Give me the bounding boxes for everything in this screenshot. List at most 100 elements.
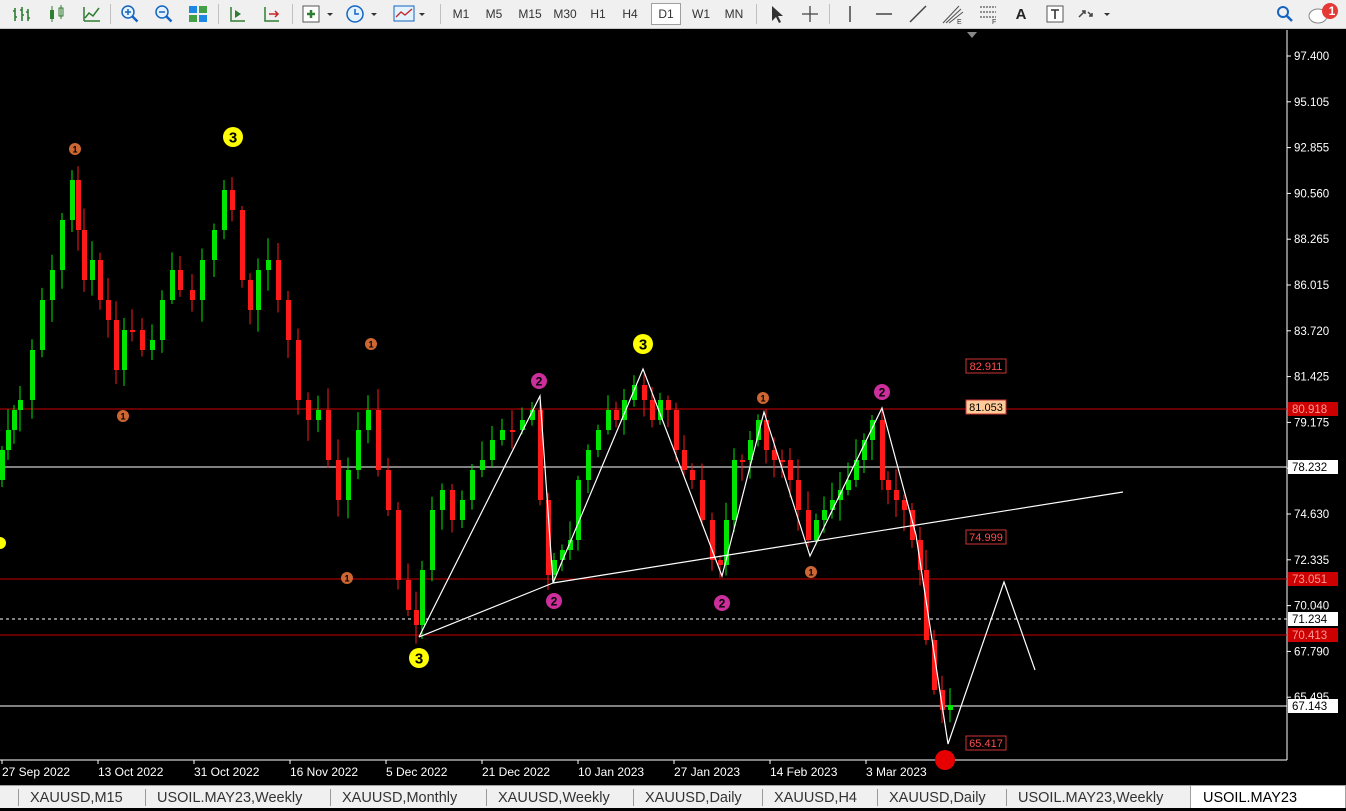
candle-body xyxy=(500,430,505,440)
cursor-icon[interactable] xyxy=(763,3,789,25)
wave-marker-2: 2 xyxy=(531,373,547,389)
tile-windows-icon[interactable] xyxy=(185,3,211,25)
candle-body xyxy=(230,190,235,210)
time-tick-label: 14 Feb 2023 xyxy=(770,765,838,779)
chart-tab[interactable]: USOIL.MAY23,Weekly xyxy=(157,786,302,808)
candle-body xyxy=(30,350,35,400)
timeframe-h1-button[interactable]: H1 xyxy=(584,3,612,25)
price-tag: 80.918 xyxy=(1288,402,1338,416)
chart-tab[interactable]: XAUUSD,Daily xyxy=(645,786,742,808)
chat-bubble-icon[interactable]: 1 xyxy=(1304,3,1342,25)
timeframe-m15-button[interactable]: M15 xyxy=(512,3,548,25)
candle-body xyxy=(266,260,271,270)
svg-text:70.413: 70.413 xyxy=(1292,630,1327,642)
wave-marker-partial xyxy=(935,750,955,770)
chart-tab[interactable]: XAUUSD,H4 xyxy=(774,786,857,808)
svg-text:67.143: 67.143 xyxy=(1292,701,1327,713)
candle-body xyxy=(606,410,611,430)
zoom-in-icon[interactable] xyxy=(117,3,143,25)
horizontal-line-icon[interactable] xyxy=(871,3,897,25)
fibonacci-fan-icon[interactable]: F xyxy=(975,3,1003,25)
candle-body xyxy=(710,520,715,560)
candle-body xyxy=(346,470,351,500)
zoom-out-icon[interactable] xyxy=(151,3,177,25)
candle-body xyxy=(306,400,311,420)
wave-marker-label: 2 xyxy=(551,595,558,609)
chart-tab[interactable]: XAUUSD,Weekly xyxy=(498,786,610,808)
candle-body xyxy=(470,470,475,500)
wave-marker-label: 1 xyxy=(120,412,125,422)
candle-body xyxy=(406,580,411,610)
price-tick-label: 90.560 xyxy=(1294,188,1329,200)
candle-body xyxy=(326,410,331,460)
chart-tab[interactable]: XAUUSD,Monthly xyxy=(342,786,457,808)
time-tick-label: 5 Dec 2022 xyxy=(386,765,448,779)
wave-marker-label: 1 xyxy=(344,574,349,584)
candle-body xyxy=(756,420,761,440)
price-tag: 67.143 xyxy=(1288,699,1338,713)
timeframe-m1-button[interactable]: M1 xyxy=(446,3,476,25)
fibonacci-icon[interactable]: E xyxy=(939,3,967,25)
chart-shift-icon[interactable] xyxy=(225,3,251,25)
timeframe-mn-button[interactable]: MN xyxy=(718,3,750,25)
candle-body xyxy=(822,510,827,520)
level-label: 82.911 xyxy=(965,358,1007,374)
line-chart-icon[interactable] xyxy=(79,3,105,25)
timeframe-h4-button[interactable]: H4 xyxy=(616,3,644,25)
timeframe-m5-button[interactable]: M5 xyxy=(479,3,509,25)
candle-body xyxy=(76,180,81,230)
price-chart[interactable]: 97.400 95.105 92.855 90.560 88.265 86.015 83.7… xyxy=(0,30,1346,785)
candle-body xyxy=(6,430,11,450)
templates-icon[interactable] xyxy=(392,3,428,25)
toolbar-separator xyxy=(218,4,219,24)
candle-body xyxy=(296,340,301,400)
autoscroll-icon[interactable] xyxy=(259,3,285,25)
candle-body xyxy=(796,480,801,510)
wave-marker-label: 3 xyxy=(639,337,647,354)
toolbar-separator xyxy=(292,4,293,24)
arrows-icon[interactable] xyxy=(1075,3,1115,25)
wave-marker-label: 2 xyxy=(719,597,726,611)
indicators-icon[interactable] xyxy=(300,3,336,25)
wave-marker-label: 1 xyxy=(72,145,77,155)
candle-body xyxy=(396,510,401,580)
timeframe-m30-button[interactable]: M30 xyxy=(549,3,581,25)
text-label-icon[interactable] xyxy=(1043,3,1067,25)
bar-chart-icon[interactable] xyxy=(8,3,34,25)
timeframe-w1-button[interactable]: W1 xyxy=(686,3,716,25)
main-toolbar: M1 M5 M15 M30 H1 H4 D1 W1 MN E F A 1 xyxy=(0,0,1346,29)
svg-text:71.234: 71.234 xyxy=(1292,614,1328,626)
chart-tab[interactable]: USOIL.MAY23,Weekly xyxy=(1018,786,1163,808)
time-tick-label: 16 Nov 2022 xyxy=(290,765,358,779)
candle-body xyxy=(386,470,391,510)
wave-marker-3: 3 xyxy=(409,648,429,668)
trendline-icon[interactable] xyxy=(905,3,931,25)
toolbar-separator xyxy=(110,4,111,24)
price-tick-label: 70.040 xyxy=(1294,601,1329,613)
candle-body xyxy=(106,300,111,320)
search-icon[interactable] xyxy=(1272,3,1298,25)
chart-tab[interactable]: XAUUSD,Daily xyxy=(889,786,986,808)
candle-body xyxy=(240,210,245,280)
text-tool-button[interactable]: A xyxy=(1009,3,1033,25)
wave-marker-label: 2 xyxy=(879,386,886,400)
wave-marker-1: 1 xyxy=(365,338,377,350)
wave-marker-1: 1 xyxy=(805,566,817,578)
wave-marker-3: 3 xyxy=(633,334,653,354)
wave-marker-label: 2 xyxy=(536,375,543,389)
candle-body xyxy=(732,460,737,520)
chart-tab[interactable]: XAUUSD,M15 xyxy=(30,786,123,808)
candle-body xyxy=(420,570,425,625)
crosshair-icon[interactable] xyxy=(797,3,823,25)
candle-body xyxy=(190,290,195,300)
periods-clock-icon[interactable] xyxy=(344,3,380,25)
chart-tab-active[interactable]: USOIL.MAY23 xyxy=(1190,786,1346,808)
timeframe-d1-button[interactable]: D1 xyxy=(651,3,681,25)
candle-body xyxy=(212,230,217,260)
candle-body xyxy=(838,490,843,500)
wave-marker-label: 3 xyxy=(415,651,423,668)
candle-body xyxy=(82,230,87,280)
vertical-line-icon[interactable] xyxy=(837,3,863,25)
candle-body xyxy=(222,190,227,230)
candlestick-icon[interactable] xyxy=(44,3,70,25)
